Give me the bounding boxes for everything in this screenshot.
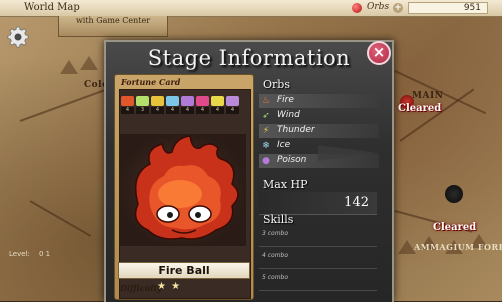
- orb-row-fire: ♨ Fire: [259, 94, 379, 108]
- difficulty-label: Difficulty: [120, 283, 162, 293]
- difficulty-stars: ★ ★: [157, 281, 182, 292]
- orb-row-thunder: ⚡ Thunder: [259, 124, 379, 138]
- gear-icon[interactable]: [7, 26, 29, 48]
- game-center-tab-sublabel: with Game Center: [75, 16, 151, 25]
- element-row: 43444444: [121, 96, 249, 116]
- element-cost-icon: [211, 96, 224, 106]
- orbs-section-header: Orbs: [263, 78, 290, 91]
- cleared-badge-1[interactable]: Cleared: [398, 103, 441, 114]
- screen-title: World Map: [24, 2, 80, 13]
- flame-icon: ♨: [261, 96, 271, 106]
- skill-row: 3 combo: [259, 228, 377, 247]
- game-center-tab[interactable]: with Game Center: [58, 16, 168, 37]
- orb-label: Fire: [277, 95, 294, 105]
- orbs-count: 951: [408, 2, 488, 14]
- lightning-icon: ⚡: [262, 126, 270, 136]
- skill-combo-label: 4 combo: [262, 252, 289, 259]
- fire-ball-monster-icon: [134, 135, 239, 240]
- skills-section-header: Skills: [263, 213, 294, 226]
- element-cost-icon: [121, 96, 134, 106]
- element-cost-value: 4: [166, 107, 179, 114]
- add-orbs-button[interactable]: +: [393, 3, 403, 13]
- map-label-forest: AMMAGIUM FORES: [414, 242, 502, 252]
- map-label-main: MAIN: [412, 91, 444, 101]
- card-title: Fortune Card: [121, 77, 181, 87]
- level-label: Level:: [9, 250, 30, 258]
- skill-row: 4 combo: [259, 250, 377, 269]
- leaf-icon: ➶: [262, 111, 270, 121]
- element-cost-icon: [151, 96, 164, 106]
- monster-name: Fire Ball: [118, 262, 250, 279]
- max-hp-field: 142: [259, 192, 377, 215]
- element-cost-icon: [226, 96, 239, 106]
- cleared-badge-2[interactable]: Cleared: [433, 222, 476, 233]
- element-cost-icon: [166, 96, 179, 106]
- element-cost-value: 4: [196, 107, 209, 114]
- close-button[interactable]: ×: [367, 41, 391, 65]
- orb-label: Wind: [277, 110, 300, 120]
- element-cost-value: 3: [136, 107, 149, 114]
- level-value: 0 1: [39, 250, 51, 258]
- hp-section-header: Max HP: [263, 178, 308, 191]
- top-bar: World Map Orbs + 951: [0, 0, 502, 17]
- element-cost-icon: [196, 96, 209, 106]
- orb-label: Poison: [277, 155, 307, 165]
- orb-icon: [352, 3, 362, 13]
- skill-row: 5 combo: [259, 272, 377, 291]
- orb-row-wind: ➶ Wind: [259, 109, 379, 123]
- dialog-title: Stage Information: [147, 46, 351, 70]
- skill-combo-label: 3 combo: [262, 230, 289, 237]
- orb-label: Ice: [277, 140, 291, 150]
- poison-icon: ●: [262, 156, 270, 166]
- orb-label: Thunder: [277, 125, 315, 135]
- monster-portrait: [120, 134, 246, 246]
- element-cost-value: 4: [121, 107, 134, 114]
- max-hp-value: 142: [344, 195, 369, 210]
- element-cost-value: 4: [181, 107, 194, 114]
- snowflake-icon: ❄: [262, 141, 270, 151]
- orbs-label: Orbs: [367, 2, 390, 12]
- element-cost-value: 4: [151, 107, 164, 114]
- skill-combo-label: 5 combo: [262, 274, 289, 281]
- element-cost-value: 4: [226, 107, 239, 114]
- element-cost-icon: [136, 96, 149, 106]
- decorative-ribbon: [318, 145, 378, 161]
- element-cost-value: 4: [211, 107, 224, 114]
- element-cost-icon: [181, 96, 194, 106]
